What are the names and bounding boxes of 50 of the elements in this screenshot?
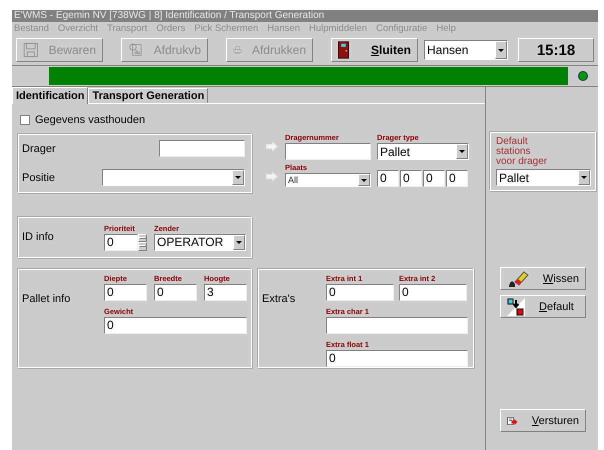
arrow-right-icon	[266, 172, 278, 181]
group-label: Extra's	[262, 293, 296, 305]
spin-buttons[interactable]	[138, 234, 147, 250]
input-field[interactable]: 0	[104, 284, 147, 301]
input-field[interactable]: 0	[423, 170, 445, 187]
door-icon	[338, 39, 349, 61]
toolbar-button[interactable]: Sluiten	[331, 38, 418, 62]
tab[interactable]: Identification	[12, 87, 88, 104]
action-button[interactable]: Wissen	[500, 267, 586, 290]
dropdown-field[interactable]	[102, 169, 245, 186]
input-field[interactable]: 0	[104, 234, 138, 250]
input-field[interactable]: 0	[326, 284, 394, 301]
tab[interactable]: Transport Generation	[88, 88, 208, 103]
input-field[interactable]: 0	[377, 170, 399, 187]
clock: 15:18	[518, 38, 594, 62]
input-field[interactable]	[285, 143, 371, 160]
dropdown-arrow-icon	[459, 150, 465, 153]
dropdown-field[interactable]: OPERATOR	[154, 234, 246, 250]
user-select[interactable]: Hansen	[424, 40, 508, 60]
dropdown-field[interactable]: All	[285, 173, 371, 187]
input-field[interactable]: 0	[400, 170, 422, 187]
input-field[interactable]: 3	[204, 284, 247, 301]
group-label: Pallet info	[22, 293, 70, 305]
input-field[interactable]: 0	[326, 350, 468, 367]
input-field[interactable]	[159, 140, 245, 157]
dropdown-arrow-icon	[235, 176, 241, 179]
group-label: Default stations voor drager	[496, 137, 548, 167]
dropdown-arrow-icon	[498, 48, 504, 52]
action-button[interactable]: Default	[500, 295, 586, 318]
action-button[interactable]: Versturen	[500, 409, 586, 432]
input-field[interactable]: 0	[446, 170, 468, 187]
input-field[interactable]: 0	[104, 317, 247, 334]
field-label: Positie	[22, 172, 56, 184]
window-title: E'WMS - Egemin NV [738WG | 8] Identification / Transport Generation	[12, 10, 598, 22]
status-led-icon	[578, 71, 588, 81]
arrow-right-icon	[266, 142, 278, 151]
input-field[interactable]: 0	[154, 284, 197, 301]
dropdown-field[interactable]: Pallet	[377, 143, 469, 160]
field-label: Drager	[22, 142, 56, 154]
eraser-icon	[507, 270, 529, 288]
input-field[interactable]	[326, 317, 468, 334]
checkbox[interactable]	[20, 115, 30, 125]
dropdown-arrow-icon	[236, 240, 242, 244]
dropdown-arrow-icon	[581, 176, 587, 179]
checkbox-label: Gegevens vasthouden	[35, 114, 146, 126]
input-field[interactable]: 0	[399, 284, 467, 301]
dropdown-arrow-icon	[361, 178, 367, 182]
group-label: ID info	[22, 231, 55, 243]
dropdown-field[interactable]: Pallet	[496, 169, 591, 186]
default-icon	[507, 298, 525, 316]
